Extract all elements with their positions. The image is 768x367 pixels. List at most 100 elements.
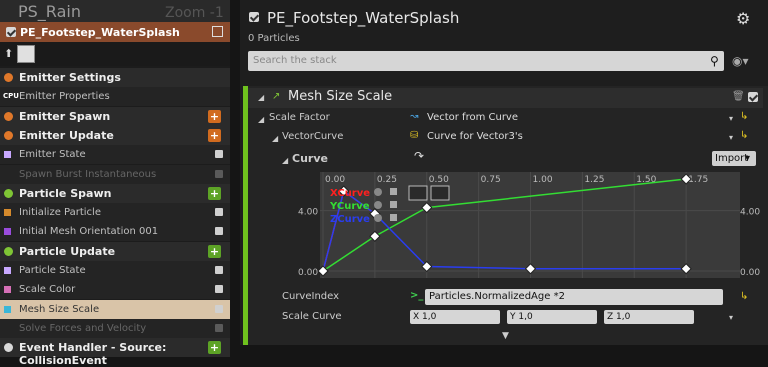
stack-item-label: Event Handler - Source: CollisionEvent	[19, 341, 167, 367]
stack-item[interactable]: CPU Emitter Properties	[0, 87, 230, 107]
stack-item[interactable]: Emitter State	[0, 145, 230, 165]
eye-icon[interactable]: ◉▾	[732, 54, 749, 68]
trash-icon[interactable]: 🗑	[732, 91, 745, 102]
panel-title: PE_Footstep_WaterSplash	[267, 9, 460, 27]
cpu-badge: CPU	[3, 92, 19, 101]
stack-item-label: Solve Forces and Velocity	[19, 322, 147, 334]
particle-count: 0 Particles	[248, 33, 300, 44]
open-external-icon[interactable]	[212, 26, 223, 37]
add-module-button[interactable]: +	[208, 244, 221, 258]
stack-group-header[interactable]: + Particle Spawn	[0, 183, 230, 203]
search-icon[interactable]: ⚲	[710, 54, 719, 68]
vector-curve-label: VectorCurve	[282, 131, 344, 142]
panel-enabled-checkbox[interactable]	[249, 12, 259, 22]
stack-item[interactable]: Particle State	[0, 261, 230, 280]
stack-item-label: Particle Spawn	[19, 186, 112, 200]
add-module-button[interactable]: +	[208, 128, 221, 142]
add-module-button[interactable]: +	[208, 186, 221, 200]
module-color-icon	[4, 305, 11, 313]
module-enabled-checkbox[interactable]	[748, 92, 758, 102]
module-enabled-checkbox[interactable]	[215, 266, 223, 274]
reset-arrow-icon[interactable]: ↳	[740, 130, 748, 141]
module-enabled-checkbox[interactable]	[215, 208, 223, 217]
stack-item-label: Spawn Burst Instantaneous	[19, 168, 157, 180]
stack-item-label: Emitter Properties	[19, 91, 110, 103]
vector-curve-value[interactable]: Curve for Vector3's	[427, 131, 523, 142]
stack-item-label: Emitter Spawn	[19, 109, 111, 123]
stack-group-header[interactable]: Emitter Settings	[0, 68, 230, 87]
emitter-name: PE_Footstep_WaterSplash	[20, 26, 180, 39]
module-enabled-checkbox[interactable]	[215, 150, 223, 159]
group-icon	[4, 130, 13, 140]
stack-item-label: Particle State	[19, 265, 86, 276]
expand-arrow-icon[interactable]: ◢	[258, 115, 264, 124]
stack-group-header[interactable]: + Emitter Update	[0, 125, 230, 145]
expression-icon: >_	[410, 290, 424, 301]
module-enabled-checkbox[interactable]	[215, 169, 223, 178]
reset-arrow-icon[interactable]: ↳	[740, 111, 748, 122]
module-color-icon	[4, 267, 11, 274]
scroll-down-icon[interactable]: ▼	[502, 331, 509, 341]
import-button[interactable]: Import ▾	[712, 151, 756, 166]
stack-item-label: Scale Color	[19, 284, 76, 296]
scale-curve-label: Scale Curve	[282, 311, 342, 322]
scale-factor-label: Scale Factor	[269, 112, 330, 123]
module-enabled-checkbox[interactable]	[215, 323, 223, 332]
curve-edit-icon[interactable]: ↷	[414, 149, 424, 163]
reset-arrow-icon[interactable]: ↳	[740, 291, 748, 302]
stack-item-label: Emitter Settings	[19, 71, 121, 84]
scale-z-input[interactable]: Z 1,0	[604, 310, 694, 324]
scale-x-input[interactable]: X 1,0	[410, 310, 500, 324]
stack-item[interactable]: Scale Color	[0, 280, 230, 300]
curve-icon: ↝	[410, 111, 419, 122]
module-enabled-checkbox[interactable]	[215, 227, 223, 236]
stack-item[interactable]: Initial Mesh Orientation 001	[0, 222, 230, 242]
module-color-icon	[4, 228, 11, 236]
curve-index-label: CurveIndex	[282, 291, 340, 302]
zoom-level: Zoom -1	[165, 5, 224, 21]
stack-item-label: Emitter Update	[19, 128, 114, 142]
search-input[interactable]: Search the stack	[248, 51, 724, 71]
database-icon: ⛁	[410, 130, 419, 141]
expand-arrow-icon[interactable]: ◢	[272, 134, 278, 143]
stack-item-label: Emitter State	[19, 149, 86, 161]
stack-item-label: Mesh Size Scale	[19, 303, 100, 315]
curve-label: Curve	[292, 152, 328, 165]
gear-icon[interactable]: ⚙	[736, 9, 750, 28]
stack-item-label: Initialize Particle	[19, 207, 101, 219]
module-title: Mesh Size Scale	[288, 89, 393, 104]
stack-item[interactable]: Mesh Size Scale	[0, 299, 230, 319]
stack-item[interactable]: Spawn Burst Instantaneous	[0, 164, 230, 184]
scale-factor-value[interactable]: Vector from Curve	[427, 112, 518, 123]
stack-group-header[interactable]: + Particle Update	[0, 241, 230, 261]
curve-index-input[interactable]: Particles.NormalizedAge *2	[425, 289, 723, 305]
stack-group-header[interactable]: + Event Handler - Source: CollisionEvent	[0, 338, 230, 367]
module-enabled-checkbox[interactable]	[215, 304, 223, 313]
emitter-enabled-checkbox[interactable]	[6, 27, 16, 37]
group-icon	[4, 246, 13, 256]
group-icon	[4, 73, 13, 82]
stack-item[interactable]: Solve Forces and Velocity	[0, 318, 230, 338]
add-module-button[interactable]: +	[208, 109, 221, 123]
module-icon: ↗	[272, 91, 281, 102]
group-icon	[4, 111, 13, 121]
stack-item-label: Particle Update	[19, 244, 116, 258]
pin-icon[interactable]: ⬆	[4, 47, 13, 60]
group-icon	[4, 188, 13, 198]
module-color-icon	[4, 151, 11, 159]
expand-arrow-icon[interactable]: ◢	[282, 156, 288, 165]
stack-group-header[interactable]: + Emitter Spawn	[0, 106, 230, 126]
graph-title: PS_Rain	[18, 2, 81, 21]
module-color-icon	[4, 286, 11, 294]
stack-item-label: Initial Mesh Orientation 001	[19, 226, 159, 238]
module-enabled-checkbox[interactable]	[215, 285, 223, 294]
emitter-thumbnail	[17, 45, 35, 63]
curve-editor[interactable]	[320, 172, 740, 278]
collapse-arrow-icon[interactable]: ◢	[258, 93, 264, 102]
module-color-icon	[4, 209, 11, 217]
stack-item[interactable]: Initialize Particle	[0, 203, 230, 223]
dropdown-arrow-icon[interactable]: ▾	[729, 133, 733, 142]
dropdown-arrow-icon[interactable]: ▾	[729, 313, 733, 322]
scale-y-input[interactable]: Y 1,0	[507, 310, 597, 324]
dropdown-arrow-icon[interactable]: ▾	[729, 114, 733, 123]
